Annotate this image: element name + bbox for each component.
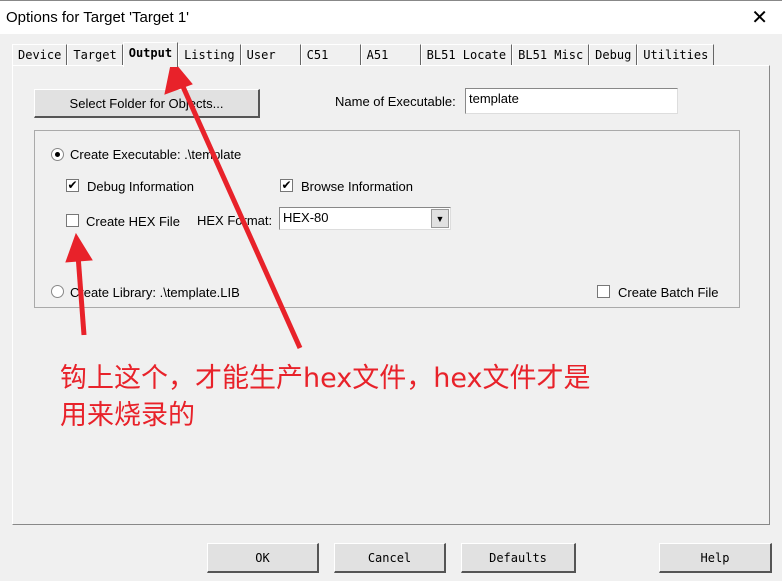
help-button[interactable]: Help — [659, 543, 772, 573]
arrow-to-hex-checkbox — [75, 254, 87, 336]
tab-output[interactable]: Output — [122, 42, 179, 67]
annotation-arrows — [65, 58, 303, 350]
cancel-button[interactable]: Cancel — [334, 543, 446, 573]
ok-button[interactable]: OK — [207, 543, 319, 573]
arrow-head-hex — [65, 232, 93, 263]
defaults-button[interactable]: Defaults — [461, 543, 576, 573]
arrow-to-output-tab — [177, 78, 303, 350]
